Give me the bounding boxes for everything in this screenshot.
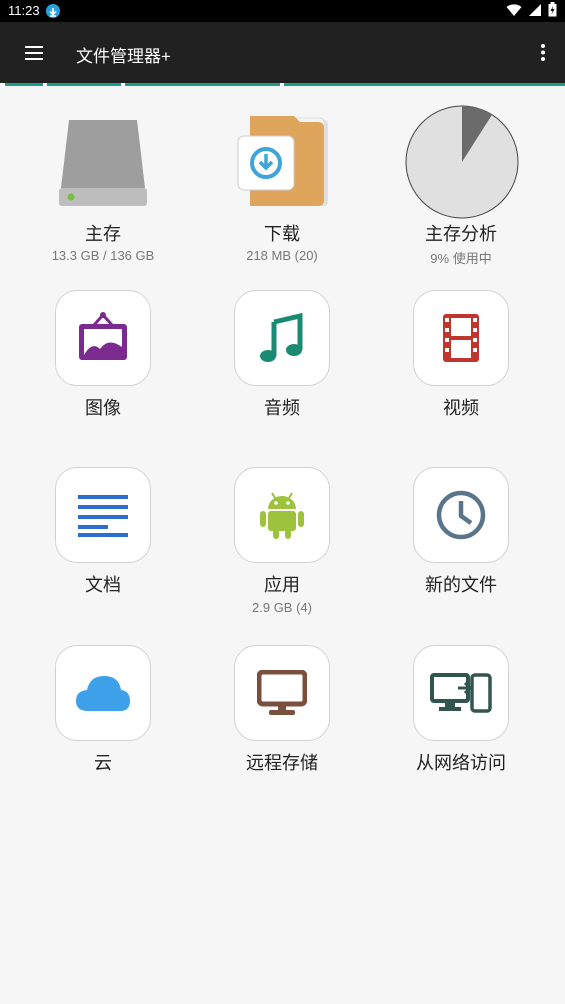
monitor-icon (257, 670, 307, 715)
more-vert-icon (541, 44, 545, 61)
pie-chart-icon (405, 105, 519, 219)
item-label: 从网络访问 (416, 753, 506, 774)
more-options-button[interactable] (535, 42, 551, 64)
hard-drive-icon (59, 120, 147, 206)
item-label: 主存 (85, 224, 121, 245)
item-label: 文档 (85, 575, 121, 596)
video-item[interactable]: 视频 (367, 290, 555, 440)
signal-icon (528, 2, 542, 21)
item-label: 新的文件 (425, 575, 497, 596)
clock-icon (436, 490, 486, 540)
app-title: 文件管理器+ (76, 47, 171, 66)
wifi-icon (506, 2, 522, 21)
network-access-item[interactable]: 从网络访问 (367, 645, 555, 785)
item-label: 云 (94, 753, 112, 774)
music-note-icon (260, 312, 303, 362)
battery-icon (548, 1, 557, 21)
audio-item[interactable]: 音频 (188, 290, 376, 440)
network-devices-icon (430, 673, 492, 713)
app-bar: 文件管理器+ (0, 22, 565, 83)
item-label: 图像 (85, 398, 121, 419)
storage-main-item[interactable]: 主存 13.3 GB / 136 GB (9, 96, 197, 271)
item-label: 主存分析 (425, 224, 497, 245)
hamburger-menu-icon (25, 46, 43, 60)
documents-item[interactable]: 文档 (9, 467, 197, 627)
item-subtitle: 9% 使用中 (430, 251, 492, 266)
android-icon (260, 492, 304, 539)
item-label: 视频 (443, 398, 479, 419)
film-icon (443, 314, 479, 362)
item-label: 下载 (264, 224, 300, 245)
remote-storage-item[interactable]: 远程存储 (188, 645, 376, 785)
download-folder-icon (237, 116, 328, 206)
images-item[interactable]: 图像 (9, 290, 197, 440)
status-time: 11:23 (8, 3, 40, 18)
apps-item[interactable]: 应用 2.9 GB (4) (188, 467, 376, 627)
downloads-item[interactable]: 下载 218 MB (20) (188, 96, 376, 271)
cloud-icon (76, 675, 130, 711)
item-subtitle: 13.3 GB / 136 GB (51, 248, 155, 263)
item-label: 应用 (264, 575, 300, 596)
image-icon (79, 312, 127, 360)
recent-files-item[interactable]: 新的文件 (367, 467, 555, 627)
cloud-item[interactable]: 云 (9, 645, 197, 785)
item-subtitle: 218 MB (20) (246, 248, 318, 263)
download-notification-icon (46, 4, 60, 18)
menu-button[interactable] (18, 41, 50, 65)
item-label: 远程存储 (246, 753, 318, 774)
document-icon (78, 495, 128, 537)
item-label: 音频 (264, 398, 300, 419)
storage-analysis-item[interactable]: 主存分析 9% 使用中 (367, 96, 555, 271)
item-subtitle: 2.9 GB (4) (252, 600, 312, 615)
tab-indicator (0, 83, 565, 86)
status-bar: 11:23 (0, 0, 565, 22)
